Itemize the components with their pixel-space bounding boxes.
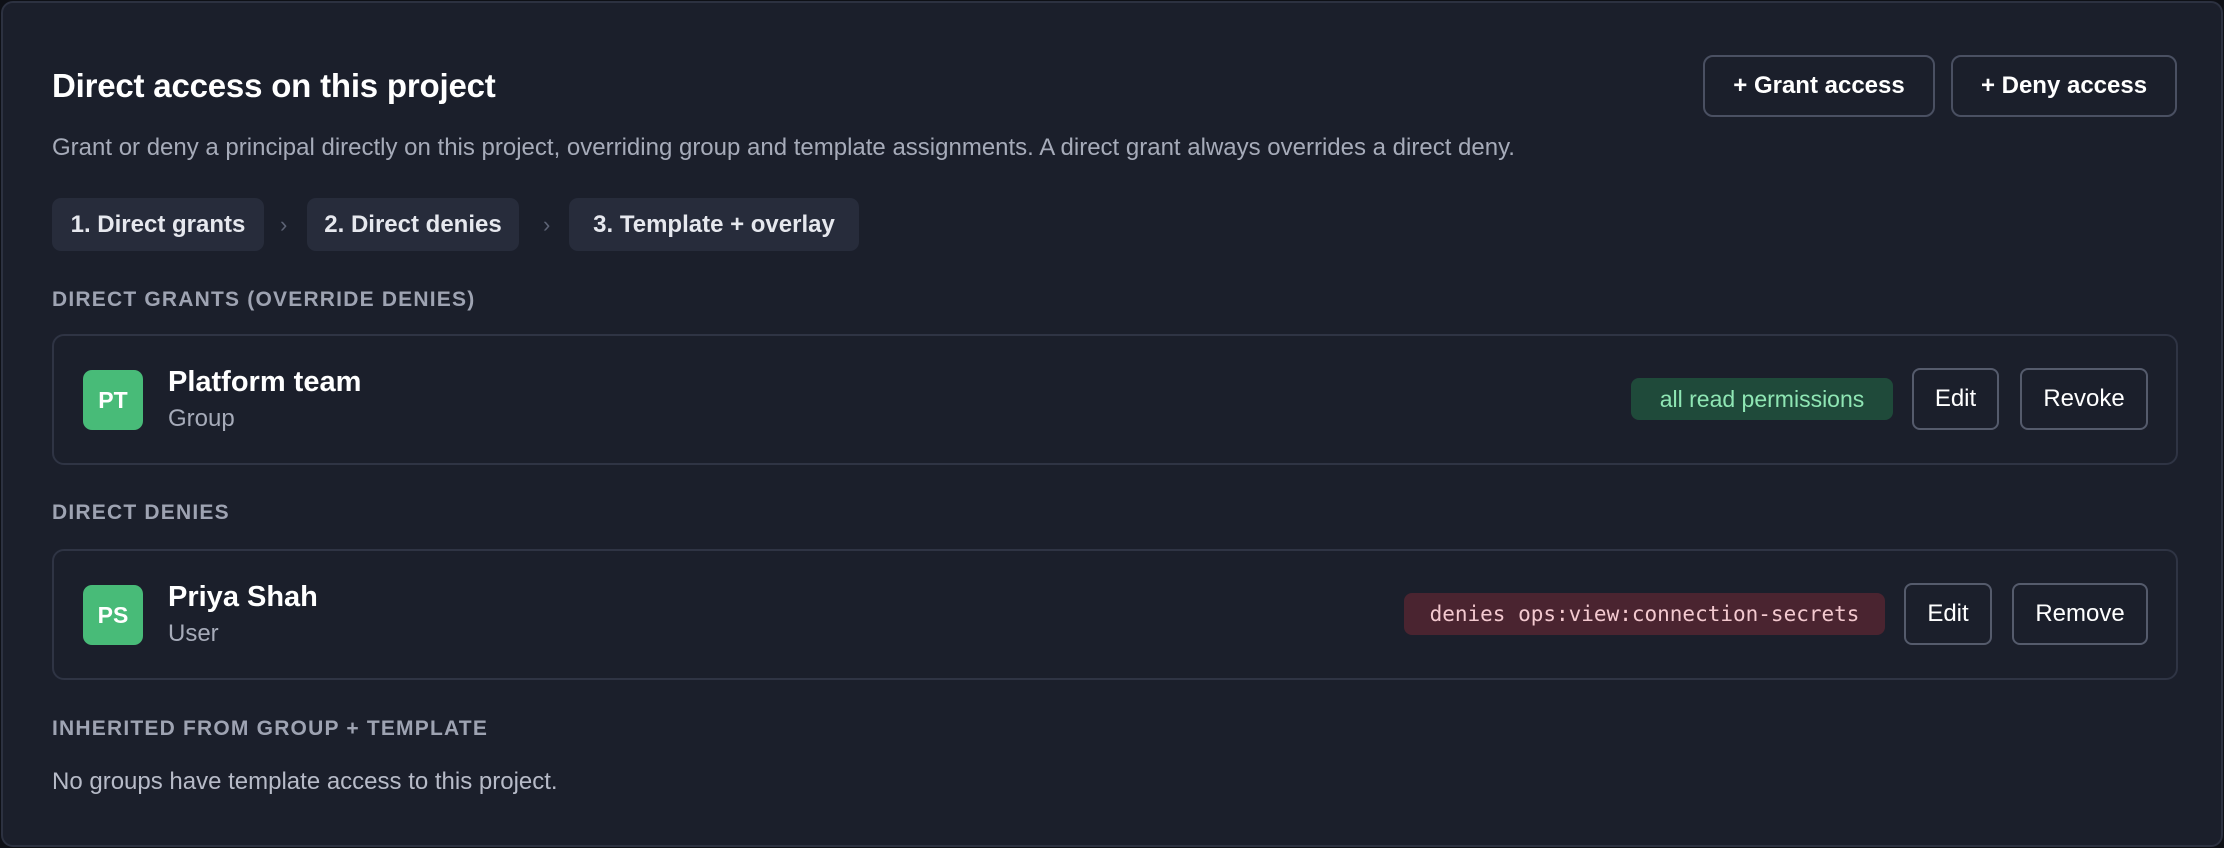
remove-button[interactable]: Remove	[2012, 583, 2148, 645]
direct-grants-heading: DIRECT GRANTS (OVERRIDE DENIES)	[52, 288, 476, 311]
deny-access-button[interactable]: + Deny access	[1951, 55, 2177, 117]
inherited-heading: INHERITED FROM GROUP + TEMPLATE	[52, 717, 489, 740]
chevron-right-icon: ›	[543, 212, 551, 237]
permission-badge: all read permissions	[1631, 378, 1893, 420]
step-direct-grants[interactable]: 1. Direct grants	[52, 198, 264, 251]
direct-denies-heading: DIRECT DENIES	[52, 501, 230, 524]
step-template-overlay[interactable]: 3. Template + overlay	[569, 198, 859, 251]
deny-row: PS Priya Shah User denies ops:view:conne…	[52, 549, 2178, 680]
edit-deny-button[interactable]: Edit	[1904, 583, 1992, 645]
avatar: PS	[83, 585, 143, 645]
principal-name: Platform team	[168, 366, 362, 398]
grant-row: PT Platform team Group all read permissi…	[52, 334, 2178, 465]
step-direct-denies[interactable]: 2. Direct denies	[307, 198, 519, 251]
avatar: PT	[83, 370, 143, 430]
deny-permission-badge: denies ops:view:connection-secrets	[1404, 593, 1885, 635]
revoke-button[interactable]: Revoke	[2020, 368, 2148, 430]
page-description: Grant or deny a principal directly on th…	[52, 134, 1515, 161]
page-title: Direct access on this project	[52, 67, 496, 104]
edit-grant-button[interactable]: Edit	[1912, 368, 1999, 430]
inherited-empty-state: No groups have template access to this p…	[52, 768, 558, 795]
grant-access-button[interactable]: + Grant access	[1703, 55, 1935, 117]
principal-type: Group	[168, 405, 235, 432]
principal-name: Priya Shah	[168, 581, 318, 613]
principal-type: User	[168, 620, 219, 647]
chevron-right-icon: ›	[280, 212, 288, 237]
direct-access-panel: Direct access on this project Grant or d…	[1, 1, 2223, 847]
